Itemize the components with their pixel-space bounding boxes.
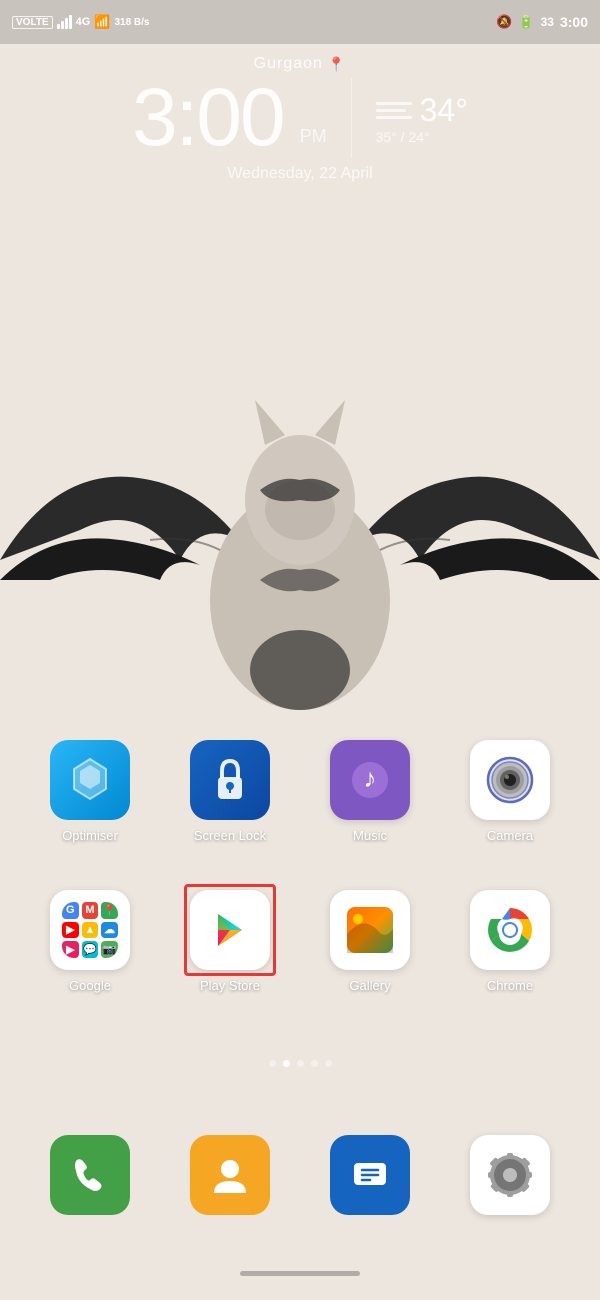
screenlock-label: Screen Lock <box>194 828 266 843</box>
dock-phone[interactable] <box>20 1125 160 1220</box>
app-grid-row1: Optimiser Screen Lock ♪ Music <box>0 730 600 848</box>
contacts-icon <box>190 1135 270 1215</box>
network-speed: 318 B/s <box>114 17 149 28</box>
status-time: 3:00 <box>560 14 588 30</box>
location-text: Gurgaon <box>254 55 323 73</box>
app-playstore[interactable]: Play Store <box>160 880 300 998</box>
optimiser-label: Optimiser <box>62 828 118 843</box>
page-dot-1[interactable] <box>269 1060 276 1067</box>
page-dot-4[interactable] <box>311 1060 318 1067</box>
messages-icon <box>330 1135 410 1215</box>
date-display: Wednesday, 22 April <box>0 165 600 183</box>
mute-icon: 🔕 <box>496 14 512 30</box>
screenlock-icon <box>190 740 270 820</box>
haze-weather-icon <box>376 102 412 119</box>
google-icon: G M 📍 ▶ ▲ ☁ ▶ 💬 📷 <box>50 890 130 970</box>
app-chrome[interactable]: Chrome <box>440 880 580 998</box>
status-bar: VOLTE 4G 📶 318 B/s 🔕 🔋 33 3:00 <box>0 0 600 44</box>
playstore-label: Play Store <box>200 978 260 993</box>
page-dot-5[interactable] <box>325 1060 332 1067</box>
home-indicator[interactable] <box>240 1271 360 1276</box>
status-right: 🔕 🔋 33 3:00 <box>496 14 588 30</box>
network-type: 4G <box>76 16 91 28</box>
wifi-icon: 📶 <box>94 14 110 30</box>
gallery-label: Gallery <box>349 978 390 993</box>
app-camera[interactable]: Camera <box>440 730 580 848</box>
page-dot-2[interactable] <box>283 1060 290 1067</box>
playstore-icon <box>190 890 270 970</box>
battery-percent: 33 <box>541 15 554 29</box>
camera-icon <box>470 740 550 820</box>
svg-text:♪: ♪ <box>364 763 377 793</box>
app-optimiser[interactable]: Optimiser <box>20 730 160 848</box>
weather-info: 34° 35° / 24° <box>376 92 468 145</box>
weather-widget: Gurgaon 📍 3:00 PM 34° 35° / 24° Wednesda… <box>0 55 600 183</box>
app-gallery[interactable]: Gallery <box>300 880 440 998</box>
google-label: Google <box>69 978 111 993</box>
time-period: PM <box>300 126 327 147</box>
chrome-label: Chrome <box>487 978 533 993</box>
dock-messages[interactable] <box>300 1125 440 1220</box>
dock <box>0 1125 600 1220</box>
temp-range-display: 35° / 24° <box>376 129 430 145</box>
music-label: Music <box>353 828 387 843</box>
app-google[interactable]: G M 📍 ▶ ▲ ☁ ▶ 💬 📷 Google <box>20 880 160 998</box>
location-pin-icon: 📍 <box>328 56 346 73</box>
dock-contacts[interactable] <box>160 1125 300 1220</box>
optimiser-icon <box>50 740 130 820</box>
app-grid-row2: G M 📍 ▶ ▲ ☁ ▶ 💬 📷 Google <box>0 880 600 998</box>
dock-settings[interactable] <box>440 1125 580 1220</box>
batman-wallpaper <box>0 380 600 720</box>
music-icon: ♪ <box>330 740 410 820</box>
signal-bars <box>57 15 72 29</box>
status-left: VOLTE 4G 📶 318 B/s <box>12 14 150 30</box>
temperature-display: 34° <box>420 92 468 129</box>
app-music[interactable]: ♪ Music <box>300 730 440 848</box>
phone-icon <box>50 1135 130 1215</box>
location-display: Gurgaon 📍 <box>0 55 600 73</box>
camera-label: Camera <box>487 828 533 843</box>
carrier-label: VOLTE <box>12 16 53 29</box>
gallery-icon <box>330 890 410 970</box>
clock-display: 3:00 <box>132 77 284 159</box>
app-screenlock[interactable]: Screen Lock <box>160 730 300 848</box>
time-weather-row: 3:00 PM 34° 35° / 24° <box>0 77 600 159</box>
page-dot-3[interactable] <box>297 1060 304 1067</box>
settings-icon <box>470 1135 550 1215</box>
page-indicators <box>0 1060 600 1067</box>
chrome-icon <box>470 890 550 970</box>
battery-icon: 🔋 <box>518 14 534 30</box>
